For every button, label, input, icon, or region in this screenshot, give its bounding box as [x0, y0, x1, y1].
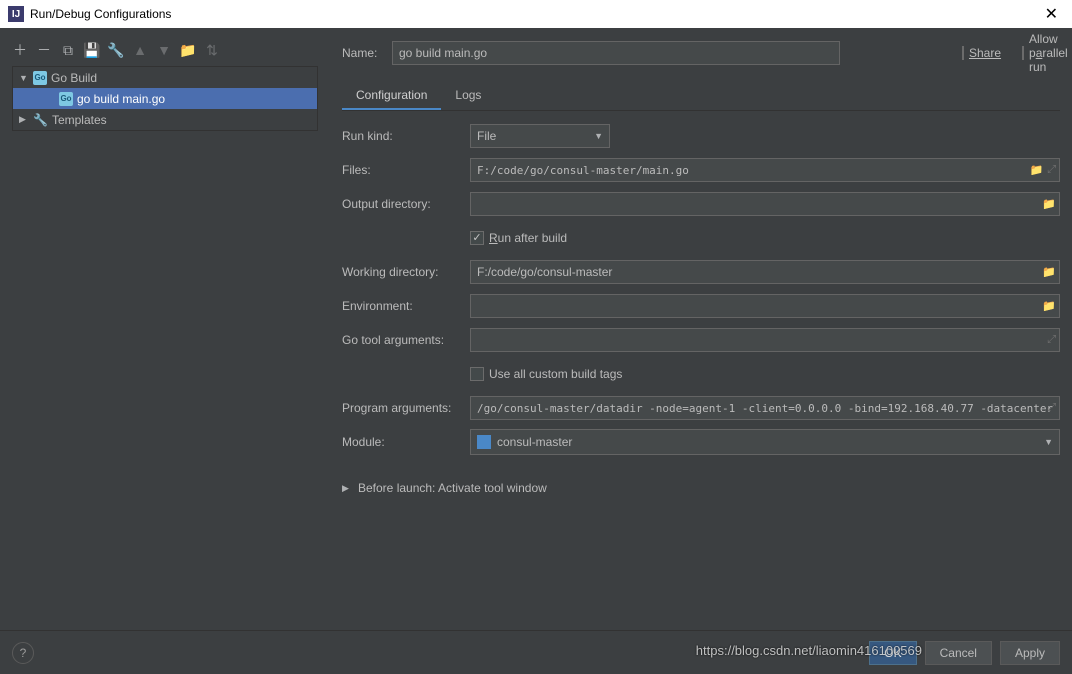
folder-icon[interactable]: 📁 — [1042, 198, 1056, 211]
module-value: consul-master — [497, 435, 572, 449]
down-icon: ▼ — [156, 42, 172, 58]
chevron-right-icon[interactable]: ▶ — [19, 114, 29, 125]
ok-button[interactable]: OK — [869, 641, 916, 665]
run-kind-select[interactable]: File ▼ — [470, 124, 610, 148]
tab-logs[interactable]: Logs — [441, 82, 495, 110]
module-label: Module: — [342, 435, 470, 449]
folder-icon[interactable]: 📁 — [180, 42, 196, 58]
run-after-build-checkbox[interactable]: Run after build — [470, 231, 567, 245]
module-icon — [477, 435, 491, 449]
help-button[interactable]: ? — [12, 642, 34, 664]
allow-parallel-label: Allow parallel run — [1029, 32, 1068, 74]
apply-button[interactable]: Apply — [1000, 641, 1060, 665]
share-label: Share — [969, 46, 1001, 60]
expand-icon[interactable]: ⤢ — [1047, 164, 1056, 177]
tree-label: Templates — [52, 113, 107, 127]
run-kind-value: File — [477, 129, 496, 143]
go-tool-args-label: Go tool arguments: — [342, 333, 470, 347]
name-input[interactable] — [392, 41, 840, 65]
sort-icon: ⇅ — [204, 42, 220, 58]
tree-node-go-build-main[interactable]: Go go build main.go — [13, 88, 317, 109]
before-launch-section[interactable]: ▶ Before launch: Activate tool window — [342, 481, 1060, 495]
titlebar: IJ Run/Debug Configurations ✕ — [0, 0, 1072, 28]
remove-icon[interactable]: － — [36, 42, 52, 58]
run-after-build-label: Run after build — [489, 231, 567, 245]
share-checkbox[interactable]: Share — [962, 46, 1000, 60]
program-args-label: Program arguments: — [342, 401, 470, 415]
checkbox-icon — [1022, 46, 1024, 60]
files-input[interactable] — [470, 158, 1060, 182]
folder-icon[interactable]: 📁 — [1042, 266, 1056, 279]
go-tool-args-input[interactable] — [470, 328, 1060, 352]
tree-node-templates[interactable]: ▶ 🔧 Templates — [13, 109, 317, 130]
working-dir-input[interactable] — [470, 260, 1060, 284]
chevron-down-icon: ▼ — [1044, 437, 1053, 447]
go-icon: Go — [59, 92, 73, 106]
folder-icon[interactable]: 📁 — [1042, 300, 1056, 313]
go-icon: Go — [33, 71, 47, 85]
output-dir-label: Output directory: — [342, 197, 470, 211]
program-args-input[interactable] — [470, 396, 1060, 420]
tree-label: Go Build — [51, 71, 97, 85]
save-icon[interactable]: 💾 — [84, 42, 100, 58]
tree-label: go build main.go — [77, 92, 165, 106]
name-label: Name: — [342, 46, 380, 60]
copy-icon[interactable]: ⧉ — [60, 42, 76, 58]
tree-toolbar: ＋ － ⧉ 💾 🔧 ▲ ▼ 📁 ⇅ — [12, 38, 318, 62]
chevron-down-icon[interactable]: ▼ — [19, 73, 29, 83]
checkbox-icon — [470, 367, 484, 381]
checkbox-icon — [470, 231, 484, 245]
expand-icon[interactable]: ⤢ — [1047, 334, 1056, 347]
output-dir-input[interactable] — [470, 192, 1060, 216]
window-title: Run/Debug Configurations — [30, 7, 171, 21]
config-tree: ▼ Go Go Build Go go build main.go ▶ 🔧 Te… — [12, 66, 318, 131]
folder-icon[interactable]: 📁 — [1029, 164, 1043, 177]
working-dir-label: Working directory: — [342, 265, 470, 279]
wrench-icon: 🔧 — [33, 113, 48, 127]
bottom-bar: ? OK Cancel Apply — [0, 630, 1072, 674]
close-icon[interactable]: ✕ — [1039, 4, 1064, 24]
app-icon: IJ — [8, 6, 24, 22]
environment-input[interactable] — [470, 294, 1060, 318]
module-select[interactable]: consul-master ▼ — [470, 429, 1060, 455]
wrench-icon[interactable]: 🔧 — [108, 42, 124, 58]
tree-node-go-build[interactable]: ▼ Go Go Build — [13, 67, 317, 88]
checkbox-icon — [962, 46, 964, 60]
chevron-right-icon: ▶ — [342, 483, 352, 494]
use-custom-tags-label: Use all custom build tags — [489, 367, 622, 381]
run-kind-label: Run kind: — [342, 129, 470, 143]
expand-icon[interactable]: ⤢ — [1047, 402, 1056, 415]
tabs: Configuration Logs — [342, 82, 1060, 111]
use-custom-tags-checkbox[interactable]: Use all custom build tags — [470, 367, 622, 381]
allow-parallel-checkbox[interactable]: Allow parallel run — [1022, 32, 1060, 74]
up-icon: ▲ — [132, 42, 148, 58]
files-label: Files: — [342, 163, 470, 177]
add-icon[interactable]: ＋ — [12, 42, 28, 58]
environment-label: Environment: — [342, 299, 470, 313]
cancel-button[interactable]: Cancel — [925, 641, 992, 665]
tab-configuration[interactable]: Configuration — [342, 82, 441, 110]
chevron-down-icon: ▼ — [594, 131, 603, 141]
before-launch-label: Before launch: Activate tool window — [358, 481, 547, 495]
